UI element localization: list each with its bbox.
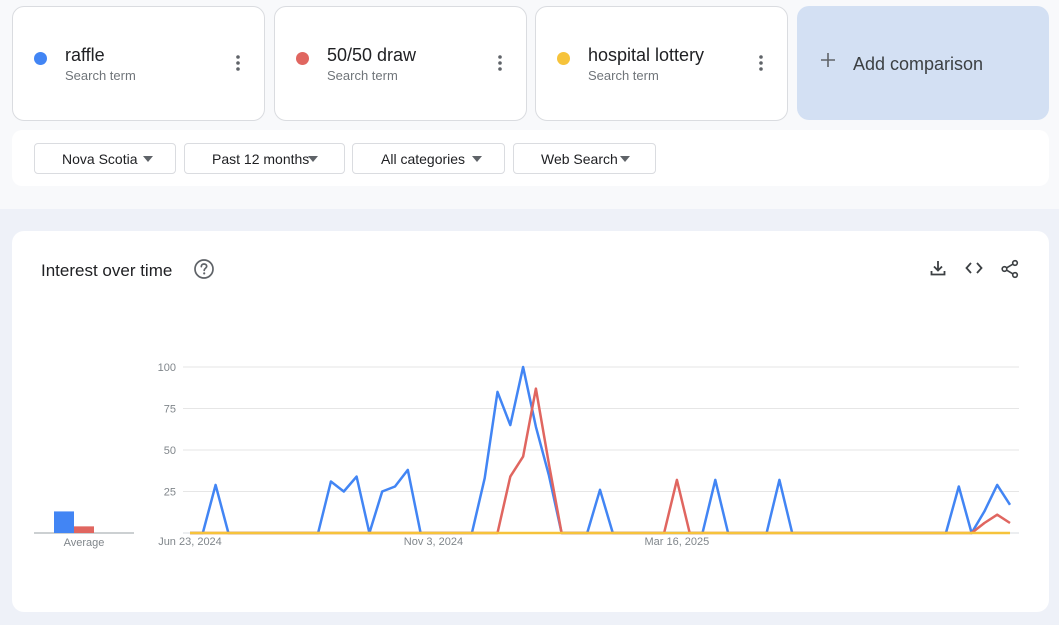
time-range-dropdown[interactable]: Past 12 months — [184, 143, 345, 174]
time-range-dropdown-label: Past 12 months — [212, 151, 310, 167]
series-color-dot — [557, 52, 570, 65]
category-dropdown[interactable]: All categories — [352, 143, 505, 174]
help-icon[interactable] — [193, 258, 215, 285]
caret-down-icon — [143, 156, 153, 162]
term-card-50-50-draw[interactable]: 50/50 draw Search term — [274, 6, 527, 121]
search-type-dropdown[interactable]: Web Search — [513, 143, 656, 174]
more-vert-icon[interactable] — [491, 54, 509, 72]
add-comparison-label: Add comparison — [853, 54, 984, 74]
caret-down-icon — [472, 156, 482, 162]
share-icon[interactable] — [1000, 259, 1020, 284]
series-color-dot — [34, 52, 47, 65]
term-type: Search term — [327, 68, 398, 83]
filter-bar: Nova Scotia Past 12 months All categorie… — [12, 130, 1049, 186]
term-name[interactable]: 50/50 draw — [327, 45, 416, 66]
caret-down-icon — [308, 156, 318, 162]
term-type: Search term — [588, 68, 659, 83]
more-vert-icon[interactable] — [229, 54, 247, 72]
chart-title: Interest over time — [41, 261, 173, 280]
plus-icon — [819, 51, 837, 74]
add-comparison-button[interactable]: Add comparison — [797, 6, 1049, 120]
category-dropdown-label: All categories — [381, 151, 466, 167]
term-type: Search term — [65, 68, 136, 83]
term-name[interactable]: hospital lottery — [588, 45, 704, 66]
term-card-raffle[interactable]: raffle Search term — [12, 6, 265, 121]
region-dropdown-label: Nova Scotia — [62, 151, 138, 167]
embed-icon[interactable] — [964, 259, 984, 282]
interest-over-time-card: Interest over time — [12, 231, 1049, 612]
more-vert-icon[interactable] — [752, 54, 770, 72]
region-dropdown[interactable]: Nova Scotia — [34, 143, 176, 174]
search-type-dropdown-label: Web Search — [541, 151, 618, 167]
download-icon[interactable] — [929, 259, 947, 282]
caret-down-icon — [620, 156, 630, 162]
series-color-dot — [296, 52, 309, 65]
term-name[interactable]: raffle — [65, 45, 105, 66]
term-card-hospital-lottery[interactable]: hospital lottery Search term — [535, 6, 788, 121]
